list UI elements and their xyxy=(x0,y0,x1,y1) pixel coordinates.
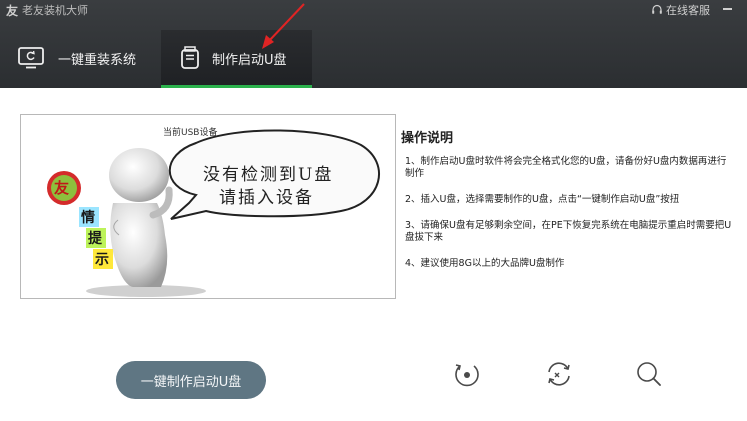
instruction-item: 3、请确保U盘有足够剩余空间，在PE下恢复完系统在电脑提示重启时需要把U盘拔下来 xyxy=(405,220,732,243)
tab-label: 一键重装系统 xyxy=(58,52,137,68)
usb-drive-icon xyxy=(181,46,199,69)
instruction-item: 1、制作启动U盘时软件将会完全格式化您的U盘，请备份好U盘内数据再进行制作 xyxy=(405,156,727,179)
online-service-link[interactable]: 在线客服 xyxy=(651,2,710,18)
minimize-button[interactable] xyxy=(719,0,737,16)
current-usb-device-label: 当前USB设备 xyxy=(163,128,218,138)
title-bar: 友 老友装机大师 在线客服 xyxy=(0,0,747,20)
app-logo-icon: 友 xyxy=(6,3,18,17)
search-icon[interactable] xyxy=(633,358,665,390)
one-click-make-usb-button[interactable]: 一键制作启动U盘 xyxy=(116,361,266,399)
app-title: 老友装机大师 xyxy=(22,4,88,17)
tab-one-click-reinstall[interactable]: 一键重装系统 xyxy=(0,30,160,86)
top-bar: 友 老友装机大师 在线客服 一键重装系统 制作启动U盘 xyxy=(0,0,747,88)
no-usb-detected-illustration xyxy=(47,129,380,297)
bubble-line-1: 没有检测到U盘 xyxy=(203,165,334,185)
bubble-line-2: 请插入设备 xyxy=(219,188,314,208)
usb-illustration xyxy=(20,114,396,299)
tip-char-2: 提 xyxy=(88,231,102,247)
tab-make-usb-boot[interactable]: 制作启动U盘 xyxy=(161,30,312,86)
tip-char-3: 示 xyxy=(95,252,109,268)
refresh-icon[interactable] xyxy=(543,358,575,390)
tip-badge-char: 友 xyxy=(54,179,70,197)
active-tab-indicator xyxy=(161,85,312,88)
online-service-label: 在线客服 xyxy=(666,4,710,17)
instructions-title: 操作说明 xyxy=(401,131,454,146)
monitor-icon xyxy=(18,47,44,69)
svg-text:友: 友 xyxy=(6,3,18,17)
tab-label: 制作启动U盘 xyxy=(212,52,287,68)
tip-char-1: 情 xyxy=(81,210,95,226)
instruction-item: 2、插入U盘，选择需要制作的U盘，点击“一键制作启动U盘”按扭 xyxy=(405,194,680,205)
simulate-boot-icon[interactable] xyxy=(451,358,483,390)
instruction-item: 4、建议使用8G以上的大品牌U盘制作 xyxy=(405,258,565,269)
headset-icon xyxy=(652,4,662,14)
